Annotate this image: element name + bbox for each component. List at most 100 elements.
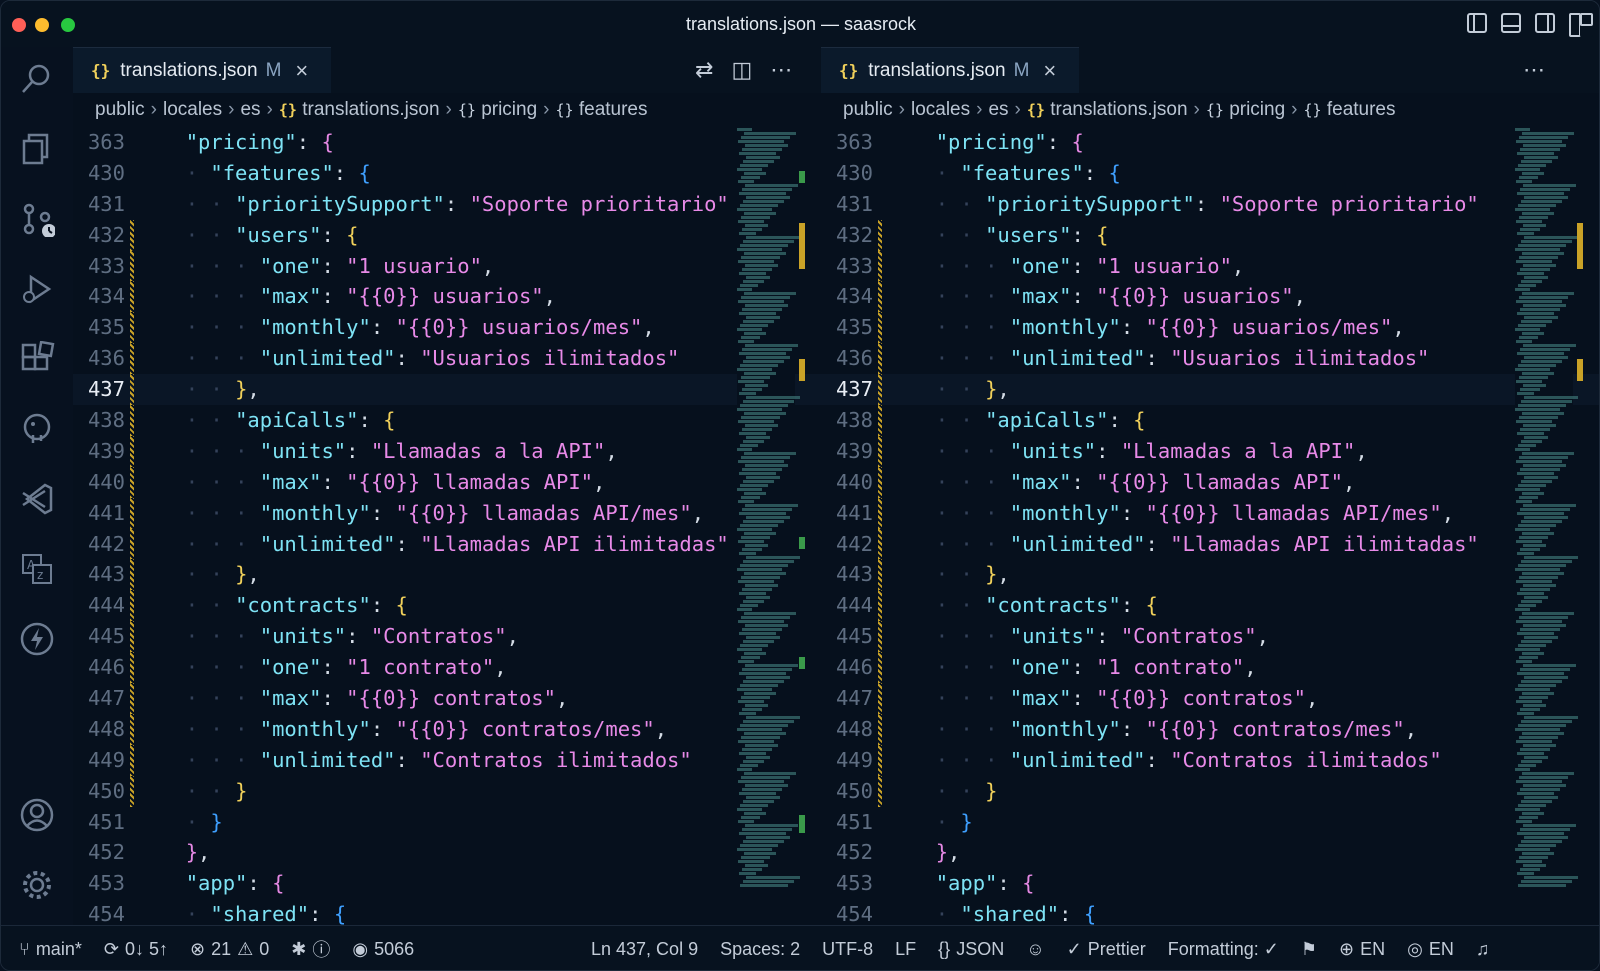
code-line[interactable]: 430 · "features": { [73,158,821,189]
close-tab-icon[interactable]: × [295,58,308,84]
breadcrumb-item[interactable]: pricing [1229,99,1285,120]
translate-icon[interactable]: Az [17,549,57,589]
code-line[interactable]: 453 "app": { [73,868,821,899]
minimap-left[interactable] [737,127,800,925]
code-editor-right[interactable]: 363 "pricing": {430 · "features": {431 ·… [821,127,1599,925]
breadcrumb-item[interactable]: locales [163,99,222,120]
code-line[interactable]: 448 · · · "monthly": "{{0}} contratos/me… [73,713,821,745]
breadcrumb-item[interactable]: features [579,99,648,120]
code-line[interactable]: 441 · · · "monthly": "{{0}} llamadas API… [821,497,1599,529]
code-line[interactable]: 444 · · "contracts": { [821,590,1599,622]
code-line[interactable]: 451 · } [73,807,821,838]
code-line[interactable]: 441 · · · "monthly": "{{0}} llamadas API… [73,497,821,529]
code-line[interactable]: 436 · · · "unlimited": "Usuarios ilimita… [73,343,821,375]
toggle-secondary-sidebar-icon[interactable] [1535,13,1555,33]
search-icon[interactable] [17,59,57,99]
breadcrumb-item[interactable]: public [843,99,893,120]
breadcrumb-item[interactable]: pricing [481,99,537,120]
prettier-indicator[interactable]: ✓ Prettier [1067,939,1146,960]
code-line[interactable]: 433 · · · "one": "1 usuario", [73,250,821,282]
customize-layout-icon[interactable] [1569,13,1593,37]
encoding[interactable]: UTF-8 [822,939,873,960]
code-line[interactable]: 434 · · · "max": "{{0}} usuarios", [821,281,1599,313]
code-line[interactable]: 436 · · · "unlimited": "Usuarios ilimita… [821,343,1599,375]
source-control-icon[interactable] [17,199,57,239]
code-line[interactable]: 442 · · · "unlimited": "Llamadas API ili… [821,528,1599,560]
code-line[interactable]: 440 · · · "max": "{{0}} llamadas API", [73,466,821,498]
sync-indicator[interactable]: ⟳ 0↓ 5↑ [104,939,168,960]
code-line[interactable]: 434 · · · "max": "{{0}} usuarios", [73,281,821,313]
code-line[interactable]: 447 · · · "max": "{{0}} contratos", [73,683,821,714]
visual-studio-icon[interactable] [17,479,57,519]
code-line[interactable]: 430 · "features": { [821,158,1599,189]
code-line[interactable]: 445 · · · "units": "Contratos", [73,621,821,653]
code-line[interactable]: 443 · · }, [821,559,1599,591]
split-editor-icon[interactable]: ◫ [731,57,752,83]
language-indicator-2[interactable]: ◎ EN [1407,939,1454,960]
settings-gear-icon[interactable] [17,865,57,905]
problems-indicator[interactable]: ⊗ 21 ⚠ 0 [190,939,269,960]
account-icon[interactable] [17,795,57,835]
toggle-panel-icon[interactable] [1501,13,1521,33]
code-line[interactable]: 450 · · } [73,775,821,807]
code-line[interactable]: 431 · · "prioritySupport": "Soporte prio… [73,189,821,220]
formatting-indicator[interactable]: Formatting: ✓ [1168,939,1279,960]
scrollbar-right[interactable] [1577,127,1591,925]
database-elephant-icon[interactable] [17,409,57,449]
language-indicator-1[interactable]: ⊕ EN [1339,939,1385,960]
tab-translations-json-left[interactable]: {} translations.json M × [73,47,331,93]
code-line[interactable]: 439 · · · "units": "Llamadas a la API", [821,435,1599,467]
notifications[interactable]: ♫ [1476,939,1490,960]
code-line[interactable]: 437 · · }, [821,374,1599,406]
breadcrumb-item[interactable]: es [240,99,260,120]
code-line[interactable]: 447 · · · "max": "{{0}} contratos", [821,683,1599,714]
branch-indicator[interactable]: ⑂ main* [19,939,82,960]
code-line[interactable]: 438 · · "apiCalls": { [73,405,821,436]
code-line[interactable]: 446 · · · "one": "1 contrato", [73,652,821,684]
code-line[interactable]: 449 · · · "unlimited": "Contratos ilimit… [73,744,821,776]
lightning-icon[interactable] [17,619,57,659]
code-line[interactable]: 448 · · · "monthly": "{{0}} contratos/me… [821,713,1599,745]
code-line[interactable]: 453 "app": { [821,868,1599,899]
code-line[interactable]: 435 · · · "monthly": "{{0}} usuarios/mes… [821,312,1599,344]
live-share-indicator[interactable]: ⚑ [1301,939,1317,960]
copilot-indicator[interactable]: ☺ [1026,939,1044,960]
code-line[interactable]: 442 · · · "unlimited": "Llamadas API ili… [73,528,821,560]
code-line[interactable]: 440 · · · "max": "{{0}} llamadas API", [821,466,1599,498]
code-line[interactable]: 438 · · "apiCalls": { [821,405,1599,436]
debug-indicator[interactable]: ✱ ⓘ [291,936,330,962]
code-line[interactable]: 363 "pricing": { [73,127,821,158]
code-line[interactable]: 452 }, [821,837,1599,868]
code-line[interactable]: 450 · · } [821,775,1599,807]
language-mode[interactable]: {} JSON [938,939,1004,960]
ports-indicator[interactable]: ◉ 5066 [352,939,414,960]
more-actions-icon[interactable]: ⋯ [1523,57,1545,83]
close-tab-icon[interactable]: × [1043,58,1056,84]
explorer-icon[interactable] [17,129,57,169]
code-line[interactable]: 444 · · "contracts": { [73,590,821,622]
code-line[interactable]: 454 · "shared": { [73,899,821,925]
breadcrumb-item[interactable]: features [1327,99,1396,120]
code-line[interactable]: 431 · · "prioritySupport": "Soporte prio… [821,189,1599,220]
code-line[interactable]: 443 · · }, [73,559,821,591]
breadcrumb-item[interactable]: translations.json [302,99,439,120]
code-line[interactable]: 449 · · · "unlimited": "Contratos ilimit… [821,744,1599,776]
code-line[interactable]: 437 · · }, [73,374,821,406]
code-editor-left[interactable]: 363 "pricing": {430 · "features": {431 ·… [73,127,821,925]
end-of-line[interactable]: LF [895,939,916,960]
code-line[interactable]: 445 · · · "units": "Contratos", [821,621,1599,653]
code-line[interactable]: 435 · · · "monthly": "{{0}} usuarios/mes… [73,312,821,344]
indentation[interactable]: Spaces: 2 [720,939,800,960]
scrollbar-left[interactable] [799,127,813,925]
more-actions-icon[interactable]: ⋯ [770,57,792,83]
code-line[interactable]: 452 }, [73,837,821,868]
breadcrumb-item[interactable]: translations.json [1050,99,1187,120]
breadcrumb-item[interactable]: es [988,99,1008,120]
code-line[interactable]: 432 · · "users": { [73,219,821,251]
code-line[interactable]: 446 · · · "one": "1 contrato", [821,652,1599,684]
breadcrumb-item[interactable]: locales [911,99,970,120]
extensions-icon[interactable] [17,339,57,379]
code-line[interactable]: 433 · · · "one": "1 usuario", [821,250,1599,282]
run-debug-icon[interactable] [17,269,57,309]
minimap-right[interactable] [1515,127,1578,925]
